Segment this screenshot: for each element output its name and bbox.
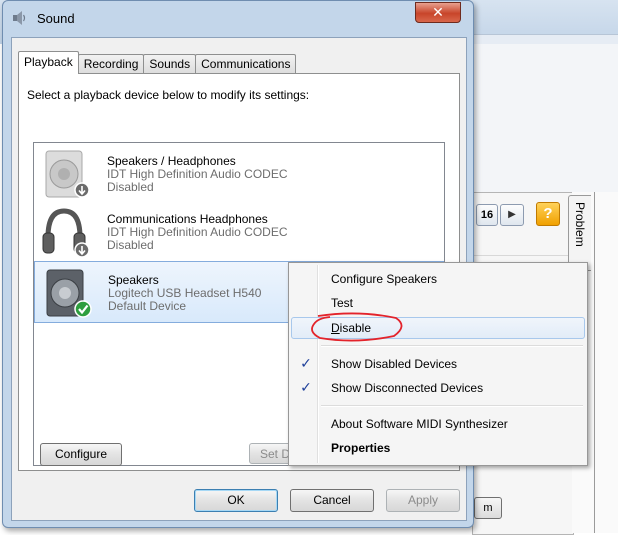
menu-item-test[interactable]: Test	[291, 292, 585, 314]
menu-separator	[321, 345, 583, 347]
menu-item-disable[interactable]: Disable	[291, 317, 585, 339]
tab-sounds[interactable]: Sounds	[143, 54, 197, 74]
menu-item-show-disabled-devices[interactable]: ✓ Show Disabled Devices	[291, 353, 585, 375]
close-icon: ✕	[432, 4, 444, 20]
ok-button[interactable]: OK	[194, 489, 278, 512]
tab-communications[interactable]: Communications	[195, 54, 297, 74]
default-check-icon	[74, 300, 92, 318]
cancel-button[interactable]: Cancel	[290, 489, 374, 512]
menu-item-properties[interactable]: Properties	[291, 437, 585, 459]
configure-button[interactable]: Configure	[40, 443, 122, 466]
device-driver: IDT High Definition Audio CODEC	[107, 225, 288, 239]
background-button[interactable]: m	[474, 497, 502, 519]
speaker-icon	[45, 150, 90, 198]
menu-item-show-disconnected-devices[interactable]: ✓ Show Disconnected Devices	[291, 377, 585, 399]
menu-item-configure-speakers[interactable]: Configure Speakers	[291, 268, 585, 290]
sound-icon	[13, 11, 26, 25]
tab-playback[interactable]: Playback	[18, 51, 79, 74]
background-side-tab-problem[interactable]: Problem	[568, 195, 591, 271]
device-item-communications-headphones[interactable]: Communications Headphones IDT High Defin…	[34, 201, 444, 263]
dialog-titlebar[interactable]: Sound ✕	[3, 1, 473, 37]
headphones-icon	[42, 208, 90, 258]
tab-strip: Playback Recording Sounds Communications	[18, 51, 297, 74]
background-divider	[594, 192, 595, 533]
checkmark-icon: ✓	[300, 355, 312, 371]
device-state: Disabled	[107, 238, 154, 252]
tab-recording[interactable]: Recording	[77, 54, 145, 74]
device-state: Disabled	[107, 180, 154, 194]
pager-next-icon[interactable]: ▶	[500, 204, 524, 226]
device-driver: Logitech USB Headset H540	[108, 286, 262, 300]
device-state: Default Device	[108, 299, 187, 313]
speaker-icon	[46, 269, 92, 318]
side-tab-label: Problem	[573, 202, 587, 247]
background-pager: 16 ▶	[476, 204, 524, 226]
menu-separator	[321, 405, 583, 407]
dialog-title: Sound	[37, 11, 75, 26]
help-icon[interactable]: ?	[536, 202, 560, 226]
device-context-menu: Configure Speakers Test Disable ✓ Show D…	[288, 262, 588, 466]
pager-page-number[interactable]: 16	[476, 204, 498, 226]
menu-item-about-midi-synthesizer[interactable]: About Software MIDI Synthesizer	[291, 413, 585, 435]
close-button[interactable]: ✕	[415, 2, 461, 23]
device-driver: IDT High Definition Audio CODEC	[107, 167, 288, 181]
apply-button[interactable]: Apply	[386, 489, 460, 512]
device-name: Speakers	[108, 273, 159, 287]
checkmark-icon: ✓	[300, 379, 312, 395]
instruction-text: Select a playback device below to modify…	[27, 88, 310, 102]
device-name: Speakers / Headphones	[107, 154, 236, 168]
device-item-speakers-headphones[interactable]: Speakers / Headphones IDT High Definitio…	[34, 143, 444, 205]
device-name: Communications Headphones	[107, 212, 268, 226]
background-toolbar-area	[472, 44, 618, 194]
